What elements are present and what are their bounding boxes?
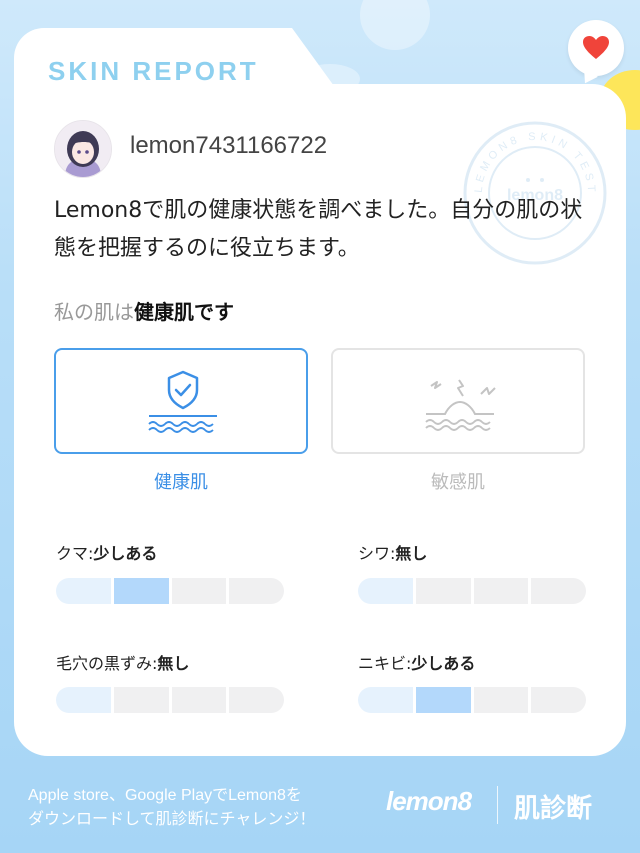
footer-cta-line2: ダウンロードして肌診断にチャレンジ！ xyxy=(28,811,316,828)
level-segment xyxy=(531,687,586,713)
skin-type-sensitive[interactable] xyxy=(331,348,585,454)
footer-cta-line1: Apple store、Google PlayでLemon8を xyxy=(28,787,302,804)
heart-icon xyxy=(583,36,609,59)
level-segment xyxy=(415,578,471,604)
username: lemon7431166722 xyxy=(130,132,328,159)
metric-wrinkles-label: シワ:無し xyxy=(358,544,428,563)
skin-type-healthy[interactable] xyxy=(54,348,308,454)
report-description: Lemon8で肌の健康状態を調べました。自分の肌の状態を把握するのに役立ちます。 xyxy=(54,198,583,261)
level-segment xyxy=(171,578,227,604)
report-tab-edge xyxy=(274,28,334,86)
shield-check-icon xyxy=(148,370,217,433)
level-segment xyxy=(171,687,227,713)
level-segment xyxy=(415,687,471,713)
metric-dark-circles-bar xyxy=(56,578,284,604)
footer-divider xyxy=(497,786,498,824)
irritation-icon xyxy=(425,379,496,431)
skin-type-healthy-label: 健康肌 xyxy=(154,472,208,493)
metric-wrinkles-bar xyxy=(358,578,586,604)
footer-feature-title: 肌診断 xyxy=(514,794,593,824)
metric-pores-label: 毛穴の黒ずみ:無し xyxy=(56,654,190,673)
level-segment xyxy=(113,578,169,604)
footer-cta: Apple store、Google PlayでLemon8を ダウンロードして… xyxy=(28,784,315,832)
metric-dark-circles-label: クマ:少しある xyxy=(56,544,158,563)
skin-result: 私の肌は健康肌です xyxy=(54,296,234,325)
background-bubble xyxy=(360,0,430,50)
avatar-illustration xyxy=(55,121,111,177)
level-segment xyxy=(473,687,529,713)
level-segment xyxy=(473,578,529,604)
report-title: SKIN REPORT xyxy=(48,56,259,86)
level-segment xyxy=(113,687,169,713)
metric-pores-bar xyxy=(56,687,284,713)
level-segment xyxy=(229,687,284,713)
like-button[interactable] xyxy=(568,20,624,76)
level-segment xyxy=(531,578,586,604)
lemon8-logo: lemon8 xyxy=(386,786,472,816)
level-segment xyxy=(229,578,284,604)
level-segment xyxy=(358,578,413,604)
level-segment xyxy=(56,687,111,713)
skin-result-prefix: 私の肌は xyxy=(54,300,134,324)
level-segment xyxy=(358,687,413,713)
skin-type-sensitive-label: 敏感肌 xyxy=(431,472,485,493)
avatar[interactable] xyxy=(54,120,112,178)
metric-acne-bar xyxy=(358,687,586,713)
metric-acne-label: ニキビ:少しある xyxy=(358,654,476,673)
level-segment xyxy=(56,578,111,604)
skin-result-type: 健康肌です xyxy=(134,300,234,324)
